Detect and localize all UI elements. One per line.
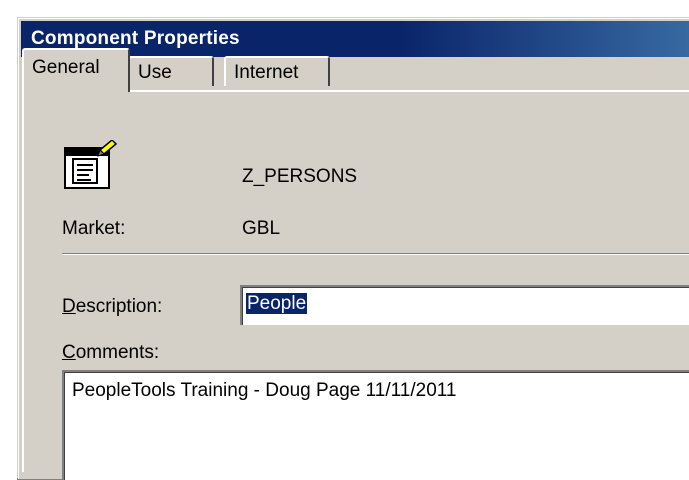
comments-textarea[interactable]: PeopleTools Training - Doug Page 11/11/2… (62, 370, 689, 480)
tab-internet-label: Internet (234, 62, 299, 83)
market-value: GBL (242, 218, 281, 239)
tab-general[interactable]: General (22, 48, 130, 92)
tab-strip: General Use Internet (22, 48, 682, 92)
comments-value: PeopleTools Training - Doug Page 11/11/2… (72, 380, 457, 401)
comments-mnemonic: C (62, 342, 76, 363)
tab-use[interactable]: Use (128, 56, 214, 86)
description-input[interactable]: People (240, 285, 689, 325)
comments-label-rest: omments: (75, 342, 160, 363)
market-label: Market: (62, 218, 126, 239)
component-page-icon (64, 140, 118, 189)
tab-internet[interactable]: Internet (224, 56, 330, 86)
description-mnemonic: D (62, 296, 76, 317)
comments-label: Comments: (62, 342, 159, 364)
description-label: Description: (62, 296, 162, 318)
window-title: Component Properties (31, 28, 240, 49)
description-label-rest: escription: (75, 296, 163, 317)
tab-general-label: General (32, 57, 100, 78)
description-value: People (246, 293, 308, 314)
separator-line (62, 253, 689, 255)
tab-use-label: Use (138, 62, 172, 83)
component-name: Z_PERSONS (242, 166, 358, 187)
